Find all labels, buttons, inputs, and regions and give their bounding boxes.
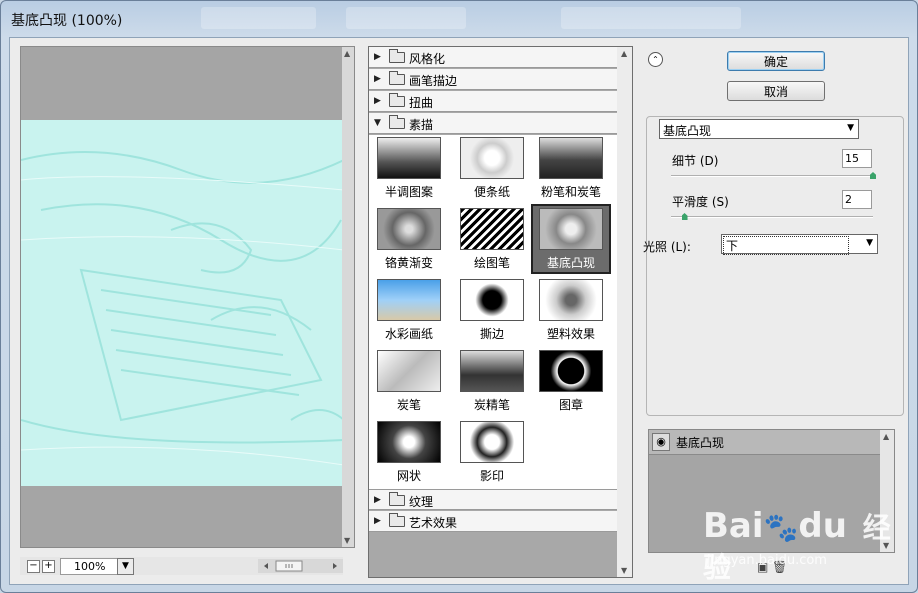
detail-slider-thumb[interactable]	[870, 172, 876, 179]
baidu-watermark-logo: Bai🐾du 经验	[703, 506, 891, 584]
filter-thumb-reticulation[interactable]: 网状	[373, 419, 445, 487]
detail-value-field[interactable]: 15	[842, 149, 872, 168]
scroll-up-icon[interactable]: ▲	[621, 49, 627, 58]
category-brush-strokes[interactable]: ▶ 画笔描边	[369, 69, 617, 90]
preview-image	[21, 120, 344, 486]
thumb-image	[539, 279, 603, 321]
filter-thumb-bas-relief-selected[interactable]: 基底凸现	[531, 204, 611, 274]
light-select[interactable]: 下 ▼	[721, 234, 878, 255]
ok-button[interactable]: 确定	[727, 51, 825, 71]
thumb-image	[377, 137, 441, 179]
filter-thumb-conte-crayon[interactable]: 炭精笔	[456, 348, 528, 416]
filter-gallery: ▶ 风格化 ▶ 画笔描边 ▶ 扭曲 ▼ 素描 半调图案 便条纸 粉笔和炭笔 铬黄…	[368, 46, 633, 578]
zoom-dropdown-button[interactable]: ▼	[117, 558, 134, 575]
expand-arrow-icon: ▶	[374, 52, 381, 62]
filter-select[interactable]: 基底凸现 ▼	[659, 119, 859, 139]
scroll-up-icon[interactable]: ▲	[883, 432, 889, 441]
thumb-image	[377, 421, 441, 463]
thumb-image	[539, 208, 603, 250]
thumb-image	[377, 350, 441, 392]
filter-thumb-note-paper[interactable]: 便条纸	[456, 135, 528, 203]
eye-icon[interactable]: ◉	[652, 433, 670, 451]
thumb-image	[377, 208, 441, 250]
collapse-arrow-icon: ▼	[374, 118, 381, 128]
thumb-image	[460, 279, 524, 321]
thumb-image	[460, 421, 524, 463]
paw-icon: 🐾	[763, 511, 799, 544]
title-bar: 基底凸现 (100%)	[1, 1, 917, 37]
background-window-glass	[346, 7, 466, 29]
thumb-image	[460, 350, 524, 392]
preview-area[interactable]: ▲ ▼	[20, 46, 355, 548]
expand-arrow-icon: ▶	[374, 74, 381, 84]
folder-icon	[389, 49, 405, 63]
folder-icon	[389, 93, 405, 107]
preview-vertical-scrollbar[interactable]: ▲ ▼	[342, 47, 354, 547]
expand-arrow-icon: ▶	[374, 495, 381, 505]
detail-slider-track[interactable]	[671, 175, 873, 177]
gallery-scrollbar[interactable]: ▲ ▼	[617, 47, 632, 577]
detail-label: 细节 (D)	[672, 154, 719, 168]
expand-arrow-icon: ▶	[374, 96, 381, 106]
expand-arrow-icon: ▶	[374, 516, 381, 526]
filter-thumb-charcoal[interactable]: 炭笔	[373, 348, 445, 416]
filter-thumb-halftone[interactable]: 半调图案	[373, 135, 445, 203]
zoom-out-button[interactable]: −	[27, 560, 40, 573]
filter-thumbnails: 半调图案 便条纸 粉笔和炭笔 铬黄渐变 绘图笔 基底凸现 水彩画纸 撕边 塑料效…	[369, 135, 617, 489]
window-title: 基底凸现 (100%)	[11, 13, 123, 29]
category-texture[interactable]: ▶ 纹理	[369, 489, 617, 510]
category-artistic[interactable]: ▶ 艺术效果	[369, 511, 617, 532]
filter-thumb-chalk-charcoal[interactable]: 粉笔和炭笔	[535, 135, 607, 203]
zoom-level-field[interactable]: 100%	[60, 558, 118, 575]
light-label: 光照 (L):	[643, 240, 691, 254]
dialog-window: 基底凸现 (100%) ▲ ▼ − + 100% ▼ ▶ 风格化 ▶ 画笔描边 …	[0, 0, 918, 593]
thumb-image	[539, 350, 603, 392]
baidu-watermark-url: jingyan.baidu.com	[707, 553, 827, 568]
category-sketch[interactable]: ▼ 素描	[369, 113, 617, 134]
filter-thumb-stamp[interactable]: 图章	[535, 348, 607, 416]
filter-thumb-photocopy[interactable]: 影印	[456, 419, 528, 487]
filter-thumb-torn-edges[interactable]: 撕边	[456, 277, 528, 345]
chevron-down-icon: ▼	[866, 238, 873, 248]
folder-icon	[389, 513, 405, 527]
thumb-image	[377, 279, 441, 321]
filter-thumb-water-paper[interactable]: 水彩画纸	[373, 277, 445, 345]
dialog-client: ▲ ▼ − + 100% ▼ ▶ 风格化 ▶ 画笔描边 ▶ 扭曲 ▼ 素描 半调…	[9, 37, 909, 585]
collapse-gallery-icon[interactable]: ⌃	[648, 52, 663, 67]
cancel-button[interactable]: 取消	[727, 81, 825, 101]
thumb-image	[460, 137, 524, 179]
smoothness-label: 平滑度 (S)	[672, 195, 729, 209]
category-stylize[interactable]: ▶ 风格化	[369, 47, 617, 68]
category-distort[interactable]: ▶ 扭曲	[369, 91, 617, 112]
background-window-glass	[561, 7, 741, 29]
filter-thumb-chrome[interactable]: 铬黄渐变	[373, 206, 445, 274]
zoom-in-button[interactable]: +	[42, 560, 55, 573]
filter-thumb-plaster[interactable]: 塑料效果	[535, 277, 607, 345]
chevron-down-icon: ▼	[847, 123, 854, 133]
thumb-image	[539, 137, 603, 179]
background-window-glass	[201, 7, 316, 29]
thumb-image	[460, 208, 524, 250]
scroll-down-icon[interactable]: ▼	[344, 536, 350, 545]
smoothness-slider-track[interactable]	[671, 216, 873, 218]
scroll-down-icon[interactable]: ▼	[621, 566, 627, 575]
folder-icon	[389, 492, 405, 506]
folder-icon	[389, 71, 405, 85]
open-folder-icon	[389, 115, 405, 129]
scroll-up-icon[interactable]: ▲	[344, 49, 350, 58]
smoothness-value-field[interactable]: 2	[842, 190, 872, 209]
smoothness-slider-thumb[interactable]	[681, 213, 688, 220]
preview-horizontal-scrollbar[interactable]	[258, 559, 343, 573]
preview-zoom-bar: − + 100% ▼	[20, 557, 343, 575]
effect-layer-row[interactable]: ◉ 基底凸现	[649, 430, 880, 455]
filter-thumb-graphic-pen[interactable]: 绘图笔	[456, 206, 528, 274]
filter-settings-panel: 基底凸现 ▼ 细节 (D) 15 平滑度 (S) 2 光照 (L): 下 ▼	[643, 116, 904, 416]
